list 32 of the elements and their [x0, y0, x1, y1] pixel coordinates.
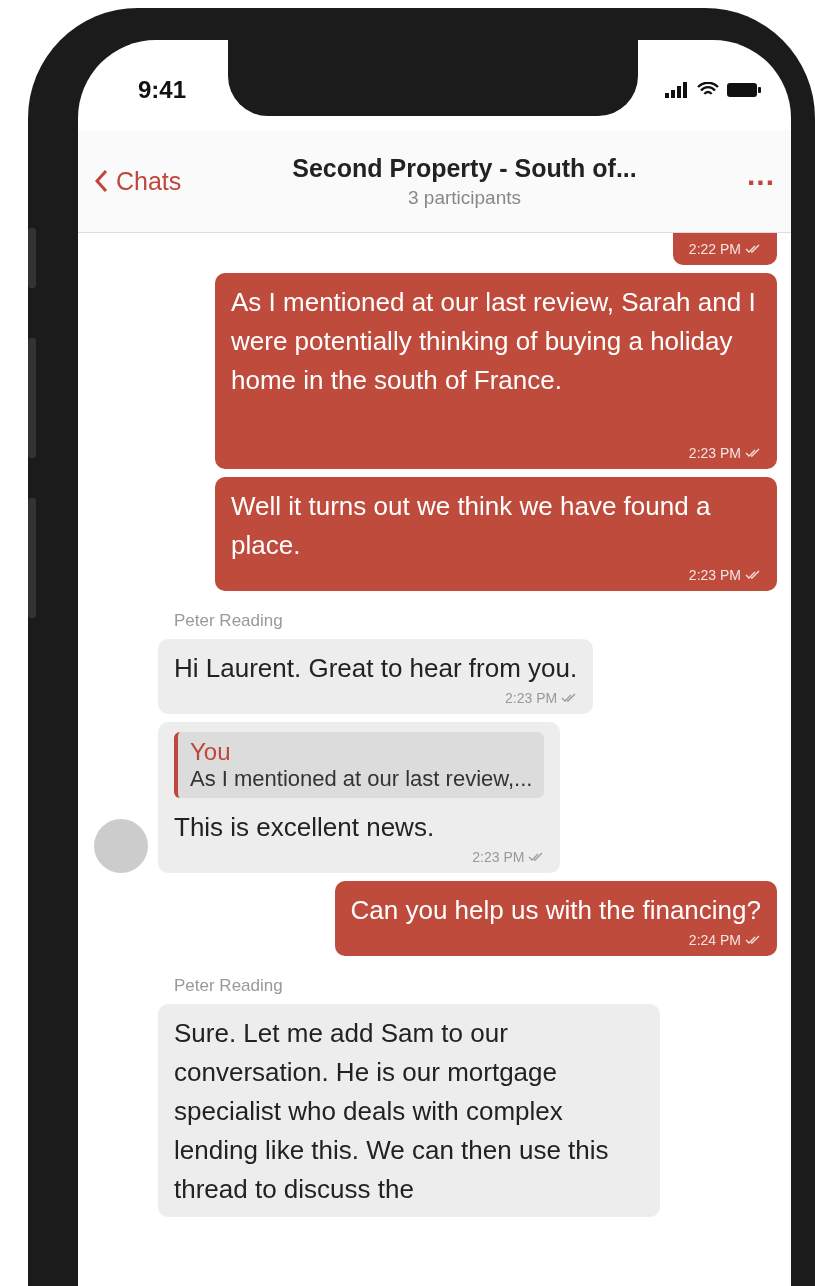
message-text: As I mentioned at our last review, Sarah and I were potentially thinking of buying a holiday home in the south of France.: [231, 286, 757, 397]
back-button[interactable]: Chats: [94, 166, 234, 196]
message-text: This is excellent news.: [174, 811, 436, 844]
signal-icon: [665, 82, 689, 98]
chat-title: Second Property - South of...: [292, 153, 637, 183]
sender-name: Peter Reading: [173, 611, 284, 631]
double-check-icon: [528, 852, 545, 862]
message-text: Can you help us with the financing?: [350, 894, 761, 927]
message-time: 2:23 PM: [688, 445, 741, 461]
reply-text: As I mentioned at our last review,...: [190, 766, 533, 792]
battery-icon: [727, 82, 761, 98]
status-time: 9:41: [138, 76, 187, 104]
message-time: 2:23 PM: [472, 849, 525, 865]
wifi-icon: [697, 82, 719, 98]
sender-name: Peter Reading: [173, 976, 284, 996]
message-time: 2:23 PM: [505, 690, 558, 706]
double-check-icon: [745, 570, 761, 580]
message-text: Sure. Let me add Sam to our conversation. He is our mortgage specialist who deals with complex lending like this. We can then use this thread to discuss the: [174, 1017, 610, 1206]
message-time: 2:24 PM: [688, 932, 741, 948]
more-button[interactable]: ...: [695, 158, 775, 192]
message-text: Well it turns out we think we have found a place.: [231, 490, 712, 562]
message-text: Hi Laurent. Great to hear from you.: [174, 652, 578, 685]
participants-count: 3 participants: [408, 186, 521, 209]
double-check-icon: [561, 693, 578, 703]
reply-author: You: [190, 738, 232, 766]
chevron-left-icon: [94, 169, 108, 193]
double-check-icon: [745, 935, 761, 945]
double-check-icon: [745, 244, 761, 254]
message-time: 2:23 PM: [688, 567, 741, 583]
message-time: 2:22 PM: [688, 241, 741, 257]
quoted-reply[interactable]: You As I mentioned at our last review,...: [174, 732, 545, 798]
double-check-icon: [745, 448, 761, 458]
